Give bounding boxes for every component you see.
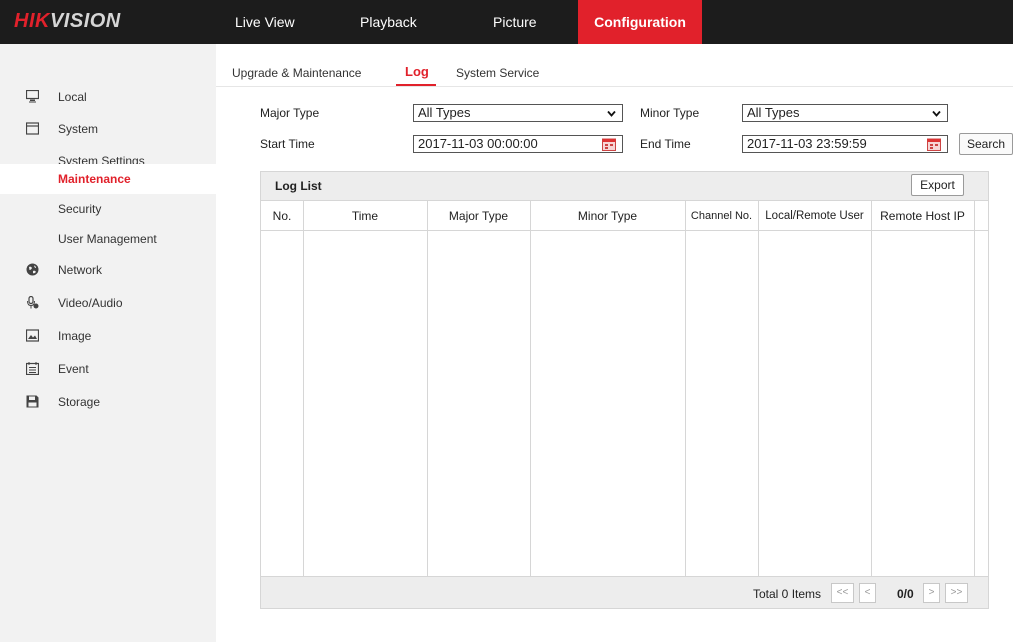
nav-playback[interactable]: Playback	[360, 0, 417, 44]
major-type-value: All Types	[418, 105, 471, 120]
sidebar-item-label: Local	[58, 90, 87, 104]
prev-page-button[interactable]: <	[859, 583, 876, 603]
sidebar-item-maintenance[interactable]: Maintenance	[0, 164, 216, 194]
column-divider	[685, 200, 686, 576]
sidebar-item-label: Security	[58, 202, 102, 216]
hikvision-logo: HIKVISION	[14, 10, 121, 32]
sidebar-item-label: Maintenance	[58, 172, 131, 186]
column-divider	[758, 200, 759, 576]
sidebar-item-label: User Management	[58, 232, 157, 246]
nav-live-view[interactable]: Live View	[235, 0, 295, 44]
end-time-field[interactable]: 2017-11-03 23:59:59	[742, 135, 948, 153]
page-info: 0/0	[897, 587, 914, 601]
tab-log[interactable]: Log	[405, 64, 429, 79]
monitor-icon	[26, 90, 39, 103]
column-divider	[427, 200, 428, 576]
config-sidebar: Local System System Settings Maintenance…	[0, 44, 216, 642]
chevron-down-icon	[607, 110, 616, 117]
start-time-label: Start Time	[260, 137, 315, 151]
column-header[interactable]: Local/Remote User	[758, 201, 871, 231]
mic-icon	[27, 296, 39, 309]
end-time-value: 2017-11-03 23:59:59	[747, 136, 867, 151]
column-header[interactable]: Remote Host IP	[871, 201, 974, 231]
column-divider	[974, 200, 975, 576]
sidebar-item-image[interactable]: Image	[0, 321, 216, 351]
system-icon	[26, 122, 39, 135]
floppy-icon	[26, 395, 39, 408]
sidebar-item-event[interactable]: Event	[0, 354, 216, 384]
sidebar-item-network[interactable]: Network	[0, 255, 216, 285]
log-list-panel: Log List Export No. Time Major Type Mino…	[260, 171, 989, 609]
chevron-down-icon	[932, 110, 941, 117]
nav-picture[interactable]: Picture	[493, 0, 537, 44]
next-page-button[interactable]: >	[923, 583, 940, 603]
globe-icon	[26, 263, 39, 276]
minor-type-label: Minor Type	[640, 106, 700, 120]
log-table-header: No. Time Major Type Minor Type Channel N…	[261, 200, 988, 231]
sidebar-item-user-management[interactable]: User Management	[0, 224, 216, 254]
total-items-text: Total 0 Items	[753, 587, 822, 601]
sidebar-item-label: Event	[58, 362, 89, 376]
calendar-icon[interactable]	[927, 138, 941, 151]
sidebar-item-local[interactable]: Local	[0, 82, 216, 112]
major-type-label: Major Type	[260, 106, 320, 120]
calendar-list-icon	[26, 362, 39, 375]
column-header[interactable]: Channel No.	[685, 201, 758, 231]
first-page-button[interactable]: <<	[831, 583, 854, 603]
sidebar-item-label: Network	[58, 263, 103, 277]
minor-type-value: All Types	[747, 105, 800, 120]
tab-divider	[216, 86, 1013, 87]
sidebar-item-storage[interactable]: Storage	[0, 387, 216, 417]
search-button[interactable]: Search	[959, 133, 1013, 155]
column-divider	[303, 200, 304, 576]
sidebar-item-label: Image	[58, 329, 92, 343]
sidebar-item-label: System	[58, 122, 99, 136]
column-header[interactable]: Minor Type	[530, 201, 685, 231]
end-time-label: End Time	[640, 137, 691, 151]
sidebar-item-label: Video/Audio	[58, 296, 123, 310]
sidebar-item-security[interactable]: Security	[0, 194, 216, 224]
column-header[interactable]: Time	[303, 201, 427, 231]
start-time-field[interactable]: 2017-11-03 00:00:00	[413, 135, 623, 153]
minor-type-select[interactable]: All Types	[742, 104, 948, 122]
export-button[interactable]: Export	[911, 174, 964, 196]
column-header[interactable]: Major Type	[427, 201, 530, 231]
nav-configuration[interactable]: Configuration	[578, 0, 702, 44]
start-time-value: 2017-11-03 00:00:00	[418, 136, 538, 151]
image-icon	[26, 329, 39, 342]
calendar-icon[interactable]	[602, 138, 616, 151]
top-navigation-bar: HIKVISION Live View Playback Picture Con…	[0, 0, 1013, 44]
major-type-select[interactable]: All Types	[413, 104, 623, 122]
log-list-title: Log List	[275, 179, 322, 193]
sidebar-item-label: Storage	[58, 395, 101, 409]
last-page-button[interactable]: >>	[945, 583, 968, 603]
log-list-footer: Total 0 Items << < 0/0 > >>	[261, 576, 988, 608]
tab-upgrade-maintenance[interactable]: Upgrade & Maintenance	[232, 66, 361, 80]
sidebar-item-video-audio[interactable]: Video/Audio	[0, 288, 216, 318]
column-header[interactable]: No.	[261, 201, 303, 231]
column-divider	[871, 200, 872, 576]
column-divider	[530, 200, 531, 576]
log-list-header: Log List Export	[261, 172, 988, 200]
sidebar-item-system[interactable]: System	[0, 114, 216, 144]
tab-system-service[interactable]: System Service	[456, 66, 539, 80]
